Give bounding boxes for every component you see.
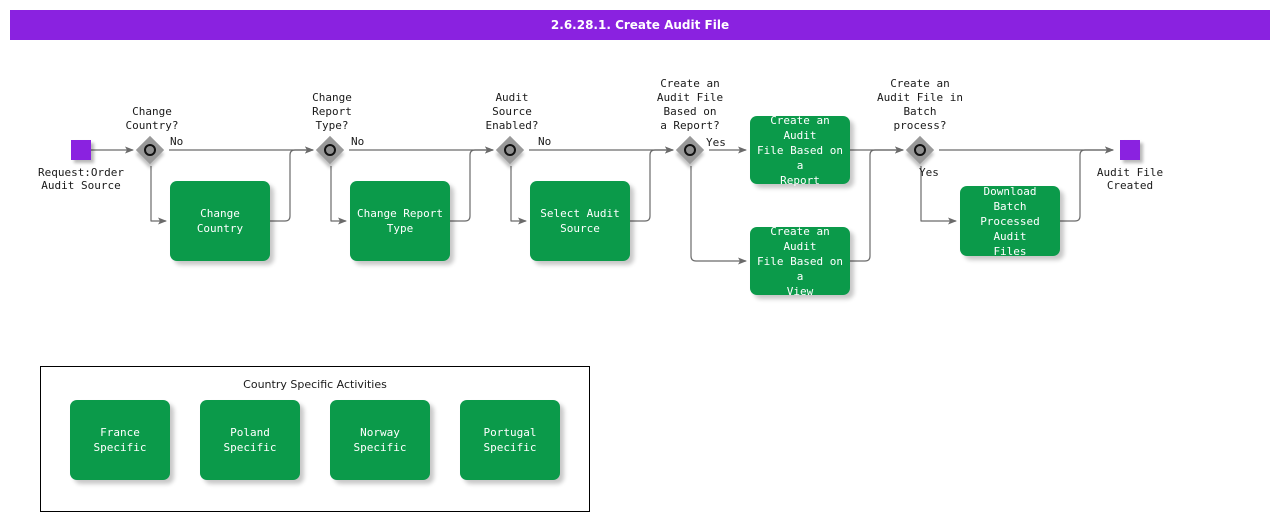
task-create-from-view[interactable]: Create an Audit File Based on a View [750,225,850,298]
gateway-batch-process-label: Create an Audit File in Batch process? [876,77,964,132]
gateway-based-on-report-label: Create an Audit File Based on a Report? [656,77,724,132]
gateway-change-report-type[interactable] [315,135,345,165]
flow-label-change-country: No [170,135,184,148]
start-event-label: Request:Order Audit Source [37,166,125,192]
gateway-audit-source-enabled[interactable] [495,135,525,165]
task-france-specific[interactable]: France Specific [70,400,170,480]
task-create-from-report[interactable]: Create an Audit File Based on a Report [750,114,850,187]
diagram-canvas: 2.6.28.1. Create Audit File Request:Orde… [0,0,1280,520]
gateway-change-country-label: Change Country? [125,105,179,132]
task-portugal-specific[interactable]: Portugal Specific [460,400,560,480]
page-title: 2.6.28.1. Create Audit File [550,18,730,32]
gateway-change-report-type-label: Change Report Type? [312,91,352,132]
task-norway-specific[interactable]: Norway Specific [330,400,430,480]
gateway-audit-source-enabled-label: Audit Source Enabled? [485,91,539,132]
task-poland-specific[interactable]: Poland Specific [200,400,300,480]
flow-label-change-report-type: No [351,135,365,148]
window-title-bar: 2.6.28.1. Create Audit File [10,10,1270,40]
flow-label-audit-source-enabled: No [538,135,552,148]
gateway-inclusive-icon [914,144,926,156]
group-title: Country Specific Activities [243,378,387,391]
task-download-batch-files[interactable]: Download Batch Processed Audit Files [960,185,1060,258]
task-select-audit-source[interactable]: Select Audit Source [530,181,630,261]
flow-label-based-on-report: Yes [706,136,726,149]
flow-label-batch-process: Yes [919,166,939,179]
gateway-inclusive-icon [144,144,156,156]
gateway-based-on-report[interactable] [675,135,705,165]
end-event[interactable] [1120,140,1140,160]
gateway-inclusive-icon [684,144,696,156]
task-change-report-type[interactable]: Change Report Type [350,181,450,261]
gateway-batch-process[interactable] [905,135,935,165]
end-event-label: Audit File Created [1096,166,1164,192]
gateway-inclusive-icon [504,144,516,156]
gateway-inclusive-icon [324,144,336,156]
gateway-change-country[interactable] [135,135,165,165]
start-event[interactable] [71,140,91,160]
task-change-country[interactable]: Change Country [170,181,270,261]
